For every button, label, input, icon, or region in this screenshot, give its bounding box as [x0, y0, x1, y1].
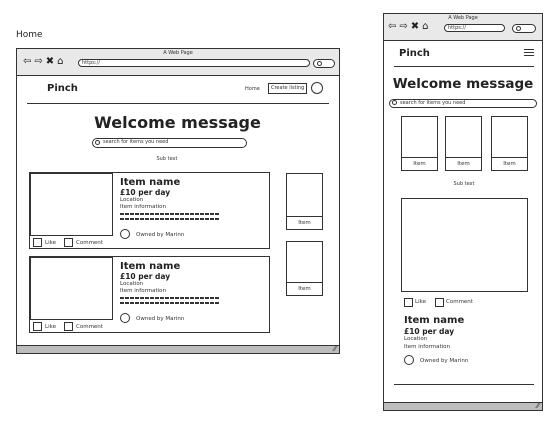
browser-search-box[interactable]	[313, 59, 335, 68]
item-price: £10 per day	[120, 272, 171, 281]
item-location: Location	[120, 197, 144, 203]
mobile-browser-window: A Web Page ⇦ ⇨ ✖ ⌂ https:// Pinch Welcom…	[383, 13, 543, 411]
owner-avatar	[120, 313, 130, 323]
comment-checkbox[interactable]	[435, 298, 444, 307]
resize-handle-icon[interactable]: ⁄⁄	[537, 402, 539, 410]
nav-home-link[interactable]: Home	[245, 86, 260, 92]
owned-by-text[interactable]: Owned by Marinn	[420, 358, 468, 364]
nav-icons: ⇦ ⇨ ✖ ⌂	[23, 57, 64, 67]
status-bar: ⁄⁄	[17, 345, 339, 353]
item-information: Item information	[120, 204, 167, 210]
url-bar[interactable]: https://	[444, 24, 505, 32]
item-information: Item information	[120, 288, 167, 294]
item-card[interactable]: Like Comment Item name £10 per day Locat…	[29, 172, 270, 249]
like-label: Like	[45, 324, 56, 330]
item-price: £10 per day	[120, 188, 171, 197]
desktop-browser-window: A Web Page ⇦ ⇨ ✖ ⌂ https:// Pinch Home C…	[16, 48, 340, 354]
side-item-tile[interactable]: Item	[286, 173, 323, 230]
close-icon[interactable]: ✖	[46, 57, 54, 67]
like-label: Like	[415, 299, 426, 305]
url-bar[interactable]: https://	[78, 59, 310, 67]
header-divider	[27, 103, 329, 104]
tile-label: Item	[287, 216, 322, 229]
owner-avatar	[120, 229, 130, 239]
nav-icons: ⇦ ⇨ ✖ ⌂	[388, 22, 429, 32]
welcome-heading: Welcome message	[94, 113, 261, 132]
home-icon[interactable]: ⌂	[422, 22, 428, 32]
brand-logo[interactable]: Pinch	[47, 83, 78, 94]
like-checkbox[interactable]	[33, 238, 42, 247]
browser-chrome: A Web Page ⇦ ⇨ ✖ ⌂ https://	[17, 49, 339, 76]
header-divider	[394, 66, 534, 67]
like-checkbox[interactable]	[404, 298, 413, 307]
hamburger-menu-icon[interactable]	[524, 49, 534, 57]
forward-arrow-icon[interactable]: ⇨	[399, 22, 407, 32]
browser-chrome: A Web Page ⇦ ⇨ ✖ ⌂ https://	[384, 14, 542, 41]
comment-label: Comment	[446, 299, 473, 305]
side-item-tile[interactable]: Item	[286, 241, 323, 296]
window-title: A Web Page	[163, 50, 193, 56]
item-tile[interactable]: Item	[401, 116, 438, 171]
item-tile[interactable]: Item	[445, 116, 482, 171]
search-icon	[392, 100, 397, 105]
item-name[interactable]: Item name	[120, 177, 180, 188]
description-text-placeholder	[120, 302, 220, 304]
footer-divider	[394, 384, 534, 385]
comment-label: Comment	[76, 324, 103, 330]
like-label: Like	[45, 240, 56, 246]
item-name[interactable]: Item name	[120, 261, 180, 272]
back-arrow-icon[interactable]: ⇦	[388, 22, 396, 32]
page-label: Home	[16, 30, 43, 40]
search-input[interactable]: search for items you need	[92, 138, 247, 148]
browser-search-box[interactable]	[512, 24, 536, 33]
item-image-placeholder[interactable]	[401, 198, 528, 292]
item-location: Location	[120, 281, 144, 287]
sub-text: Sub text	[156, 156, 178, 162]
close-icon[interactable]: ✖	[411, 22, 419, 32]
item-information: Item information	[404, 344, 451, 350]
sub-text: Sub text	[453, 181, 475, 187]
search-placeholder: search for items you need	[103, 139, 169, 145]
search-input[interactable]: search for items you need	[389, 99, 537, 108]
search-placeholder: search for items you need	[400, 100, 466, 106]
tile-label: Item	[446, 157, 481, 170]
comment-checkbox[interactable]	[64, 238, 73, 247]
item-location: Location	[404, 336, 428, 342]
welcome-heading: Welcome message	[392, 76, 534, 92]
owned-by-text[interactable]: Owned by Marinn	[136, 232, 184, 238]
resize-handle-icon[interactable]: ⁄⁄	[334, 345, 336, 353]
tile-label: Item	[492, 157, 527, 170]
item-price: £10 per day	[404, 327, 455, 336]
forward-arrow-icon[interactable]: ⇨	[34, 57, 42, 67]
brand-logo[interactable]: Pinch	[399, 48, 430, 59]
item-tile[interactable]: Item	[491, 116, 528, 171]
tile-label: Item	[287, 282, 322, 295]
create-listing-button[interactable]: Create listing	[268, 83, 308, 94]
comment-checkbox[interactable]	[64, 322, 73, 331]
item-image-placeholder	[30, 257, 113, 320]
profile-avatar[interactable]	[311, 82, 323, 94]
status-bar: ⁄⁄	[384, 402, 542, 410]
search-icon	[95, 140, 100, 145]
home-icon[interactable]: ⌂	[57, 57, 63, 67]
item-name[interactable]: Item name	[404, 315, 464, 326]
description-text-placeholder	[120, 297, 220, 299]
tile-label: Item	[402, 157, 437, 170]
comment-label: Comment	[76, 240, 103, 246]
description-text-placeholder	[120, 213, 220, 215]
owned-by-text[interactable]: Owned by Marinn	[136, 316, 184, 322]
description-text-placeholder	[120, 218, 220, 220]
like-checkbox[interactable]	[33, 322, 42, 331]
owner-avatar	[404, 355, 414, 365]
back-arrow-icon[interactable]: ⇦	[23, 57, 31, 67]
item-image-placeholder	[30, 173, 113, 236]
item-card[interactable]: Like Comment Item name £10 per day Locat…	[29, 256, 270, 333]
